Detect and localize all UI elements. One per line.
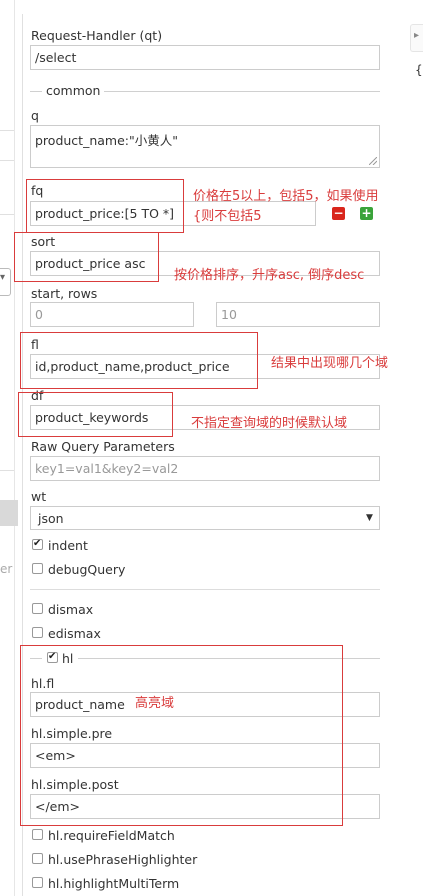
fl-annotation: 结果中出现哪几个域 [271, 356, 389, 371]
left-sidebar-edge [0, 0, 15, 896]
q-label: q [31, 108, 39, 123]
wt-select[interactable]: json [30, 506, 380, 530]
dismax-label: dismax [48, 602, 94, 617]
add-fq-button[interactable]: + [360, 207, 373, 220]
section-divider [30, 589, 380, 590]
edismax-checkbox[interactable] [32, 627, 43, 638]
checkmark-icon: ✔ [33, 538, 42, 549]
link-icon: ▸ [414, 30, 420, 41]
hl-highlight-multi-term-checkbox[interactable] [32, 877, 43, 888]
hl-use-phrase-highlighter-label: hl.usePhraseHighlighter [48, 852, 198, 867]
sidebar-active-item[interactable] [0, 500, 18, 526]
sidebar-partial-text: er [0, 562, 13, 576]
fq-highlight-box [26, 179, 184, 233]
start-rows-label: start, rows [31, 286, 98, 301]
request-handler-label: Request-Handler (qt) [31, 28, 163, 43]
wt-select-value: json [38, 511, 64, 526]
plus-icon: + [361, 206, 372, 220]
results-json-start: { [415, 63, 423, 77]
hl-highlight-multi-term-label: hl.highlightMultiTerm [48, 876, 180, 891]
q-textarea[interactable]: product_name:"小黄人" [30, 125, 380, 168]
debug-query-label: debugQuery [48, 562, 126, 577]
raw-query-label: Raw Query Parameters [31, 439, 175, 454]
sidebar-divider [0, 470, 14, 471]
sort-highlight-box [14, 232, 159, 282]
fl-highlight-box [20, 332, 258, 389]
minus-icon: − [333, 206, 344, 220]
df-annotation: 不指定查询域的时候默认域 [191, 416, 348, 431]
hl-highlight-box [20, 645, 343, 826]
fq-annotation-line2: {则不包括5 [193, 209, 262, 224]
hl-require-field-match-checkbox[interactable] [32, 829, 43, 840]
df-highlight-box [18, 392, 173, 437]
fq-annotation-line1: 价格在5以上，包括5，如果使用 [193, 189, 379, 204]
hl-require-field-match-label: hl.requireFieldMatch [48, 828, 175, 843]
raw-query-input[interactable]: key1=val1&key2=val2 [30, 456, 380, 481]
start-input[interactable]: 0 [30, 302, 194, 327]
rows-input[interactable]: 10 [216, 302, 380, 327]
chevron-down-icon: ▾ [0, 272, 6, 283]
edismax-label: edismax [48, 626, 101, 641]
sort-annotation: 按价格排序，升序asc, 倒序desc [174, 268, 365, 283]
common-section-title: common [42, 83, 105, 98]
remove-fq-button[interactable]: − [332, 207, 345, 220]
indent-label: indent [48, 538, 88, 553]
sidebar-divider [0, 130, 14, 131]
request-handler-input[interactable]: /select [30, 45, 380, 70]
dismax-checkbox[interactable] [32, 603, 43, 614]
sidebar-divider [0, 160, 14, 161]
sidebar-divider [0, 214, 14, 215]
hl-use-phrase-highlighter-checkbox[interactable] [32, 853, 43, 864]
resize-handle-icon[interactable] [369, 157, 377, 165]
results-panel-edge [399, 0, 423, 896]
wt-label: wt [31, 489, 47, 504]
chevron-down-icon: ▼ [366, 513, 373, 523]
q-value: product_name:"小黄人" [35, 133, 178, 148]
debug-query-checkbox[interactable] [32, 563, 43, 574]
